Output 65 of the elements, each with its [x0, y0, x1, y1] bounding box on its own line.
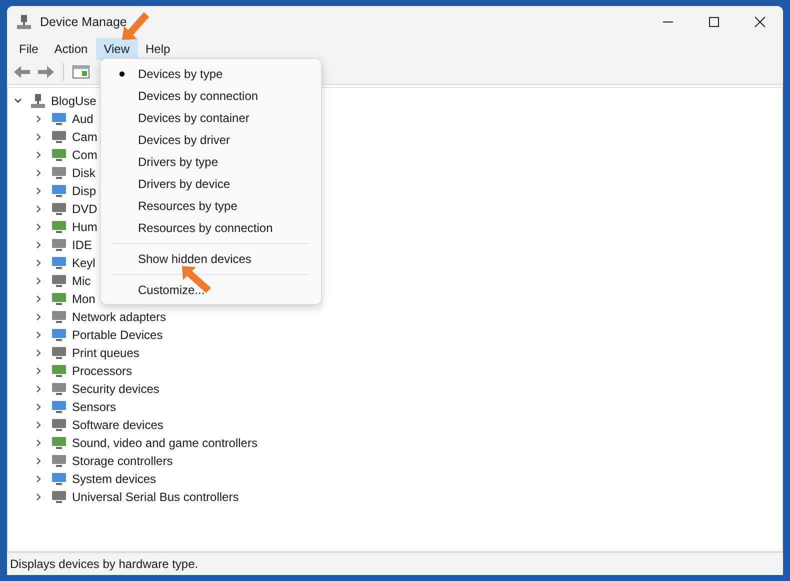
menu-option[interactable]: Drivers by device — [105, 173, 317, 195]
device-icon — [51, 201, 67, 217]
device-icon — [51, 381, 67, 397]
tree-item[interactable]: Com — [68, 148, 98, 162]
device-icon — [51, 183, 67, 199]
properties-button[interactable] — [70, 63, 92, 81]
device-icon — [51, 453, 67, 469]
tree-item[interactable]: Print queues — [68, 346, 140, 360]
tree-item[interactable]: System devices — [68, 472, 156, 486]
tree-item[interactable]: Sound, video and game controllers — [68, 436, 258, 450]
tree-item[interactable]: Universal Serial Bus controllers — [68, 490, 239, 504]
tree-item[interactable]: Security devices — [68, 382, 160, 396]
tree-item[interactable]: BlogUse — [47, 94, 96, 108]
tree-item[interactable]: Software devices — [68, 418, 164, 432]
device-icon — [51, 471, 67, 487]
device-icon — [51, 345, 67, 361]
device-icon — [51, 489, 67, 505]
menu-item[interactable]: View — [96, 38, 138, 60]
device-icon — [51, 291, 67, 307]
device-icon — [51, 309, 67, 325]
menu-option[interactable]: Customize... — [105, 279, 317, 301]
tree-item[interactable]: Disp — [68, 184, 96, 198]
menu-option[interactable]: Devices by connection — [105, 85, 317, 107]
tree-item[interactable]: Hum — [68, 220, 98, 234]
menu-option[interactable]: Resources by connection — [105, 217, 317, 239]
device-icon — [51, 111, 67, 127]
computer-icon — [30, 93, 46, 109]
tree-item[interactable]: DVD — [68, 202, 98, 216]
tree-item[interactable]: Portable Devices — [68, 328, 163, 342]
device-icon — [51, 273, 67, 289]
device-icon — [51, 363, 67, 379]
computer-icon — [16, 14, 32, 30]
maximize-icon — [708, 16, 720, 28]
device-icon — [51, 147, 67, 163]
tree-item[interactable]: Mic — [68, 274, 91, 288]
tree-item[interactable]: Storage controllers — [68, 454, 173, 468]
tree-item[interactable]: Processors — [68, 364, 132, 378]
device-icon — [51, 435, 67, 451]
tree-item[interactable]: Aud — [68, 112, 94, 126]
device-icon — [51, 327, 67, 343]
device-icon — [51, 399, 67, 415]
device-icon — [51, 417, 67, 433]
menu-item[interactable]: Help — [138, 38, 178, 60]
close-icon — [754, 16, 766, 28]
device-icon — [51, 165, 67, 181]
menu-option[interactable]: Show hidden devices — [105, 248, 317, 270]
tree-item[interactable]: Disk — [68, 166, 96, 180]
tree-item[interactable]: Mon — [68, 292, 96, 306]
tree-item[interactable]: Keyl — [68, 256, 96, 270]
device-icon — [51, 219, 67, 235]
tree-item[interactable]: IDE — [68, 238, 92, 252]
device-icon — [51, 129, 67, 145]
menu-option[interactable]: Devices by container — [105, 107, 317, 129]
device-icon — [51, 237, 67, 253]
menu-item[interactable]: Action — [46, 38, 96, 60]
menu-option[interactable]: Resources by type — [105, 195, 317, 217]
menu-option[interactable]: Devices by driver — [105, 129, 317, 151]
window-title: Device Manage — [40, 15, 127, 29]
menu-option[interactable]: Drivers by type — [105, 151, 317, 173]
status-text: Displays devices by hardware type. — [10, 557, 198, 571]
device-icon — [51, 255, 67, 271]
tree-item[interactable]: Network adapters — [68, 310, 166, 324]
tree-item[interactable]: Cam — [68, 130, 98, 144]
menu-item[interactable]: File — [11, 38, 46, 60]
tree-item[interactable]: Sensors — [68, 400, 116, 414]
